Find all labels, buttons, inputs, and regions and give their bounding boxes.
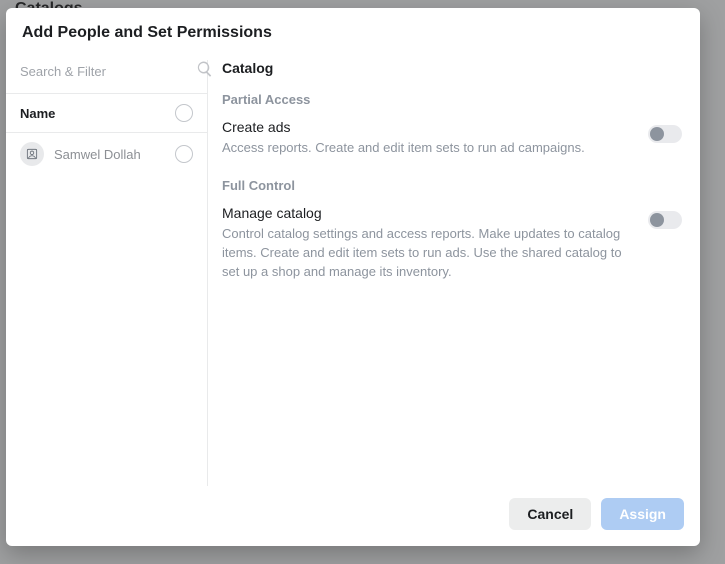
- perm-title: Create ads: [222, 119, 636, 135]
- person-icon: [25, 147, 39, 161]
- group-label-partial: Partial Access: [222, 92, 682, 107]
- person-left: Samwel Dollah: [20, 142, 141, 166]
- perm-text: Manage catalog Control catalog settings …: [222, 205, 636, 282]
- people-panel: Name Samwel Dollah: [6, 60, 208, 486]
- modal-footer: Cancel Assign: [6, 486, 700, 546]
- perm-desc: Control catalog settings and access repo…: [222, 225, 636, 282]
- person-select-radio[interactable]: [175, 145, 193, 163]
- name-header[interactable]: Name: [6, 94, 207, 133]
- perm-text: Create ads Access reports. Create and ed…: [222, 119, 636, 158]
- search-input[interactable]: [20, 64, 196, 79]
- search-wrap: [6, 60, 207, 94]
- modal-body: Name Samwel Dollah Catalog Partial Acces…: [6, 48, 700, 486]
- modal-title: Add People and Set Permissions: [6, 8, 700, 48]
- toggle-knob: [650, 127, 664, 141]
- select-all-radio[interactable]: [175, 104, 193, 122]
- permissions-panel: Catalog Partial Access Create ads Access…: [208, 60, 700, 486]
- toggle-manage-catalog[interactable]: [648, 211, 682, 229]
- perm-title: Manage catalog: [222, 205, 636, 221]
- group-label-full: Full Control: [222, 178, 682, 193]
- section-title: Catalog: [222, 60, 682, 76]
- avatar: [20, 142, 44, 166]
- perm-create-ads: Create ads Access reports. Create and ed…: [222, 119, 682, 158]
- toggle-knob: [650, 213, 664, 227]
- perm-desc: Access reports. Create and edit item set…: [222, 139, 636, 158]
- name-header-label: Name: [20, 106, 55, 121]
- add-people-modal: Add People and Set Permissions Name Samw…: [6, 8, 700, 546]
- toggle-create-ads[interactable]: [648, 125, 682, 143]
- assign-button[interactable]: Assign: [601, 498, 684, 530]
- cancel-button[interactable]: Cancel: [509, 498, 591, 530]
- person-row[interactable]: Samwel Dollah: [6, 133, 207, 175]
- perm-manage-catalog: Manage catalog Control catalog settings …: [222, 205, 682, 282]
- person-name: Samwel Dollah: [54, 147, 141, 162]
